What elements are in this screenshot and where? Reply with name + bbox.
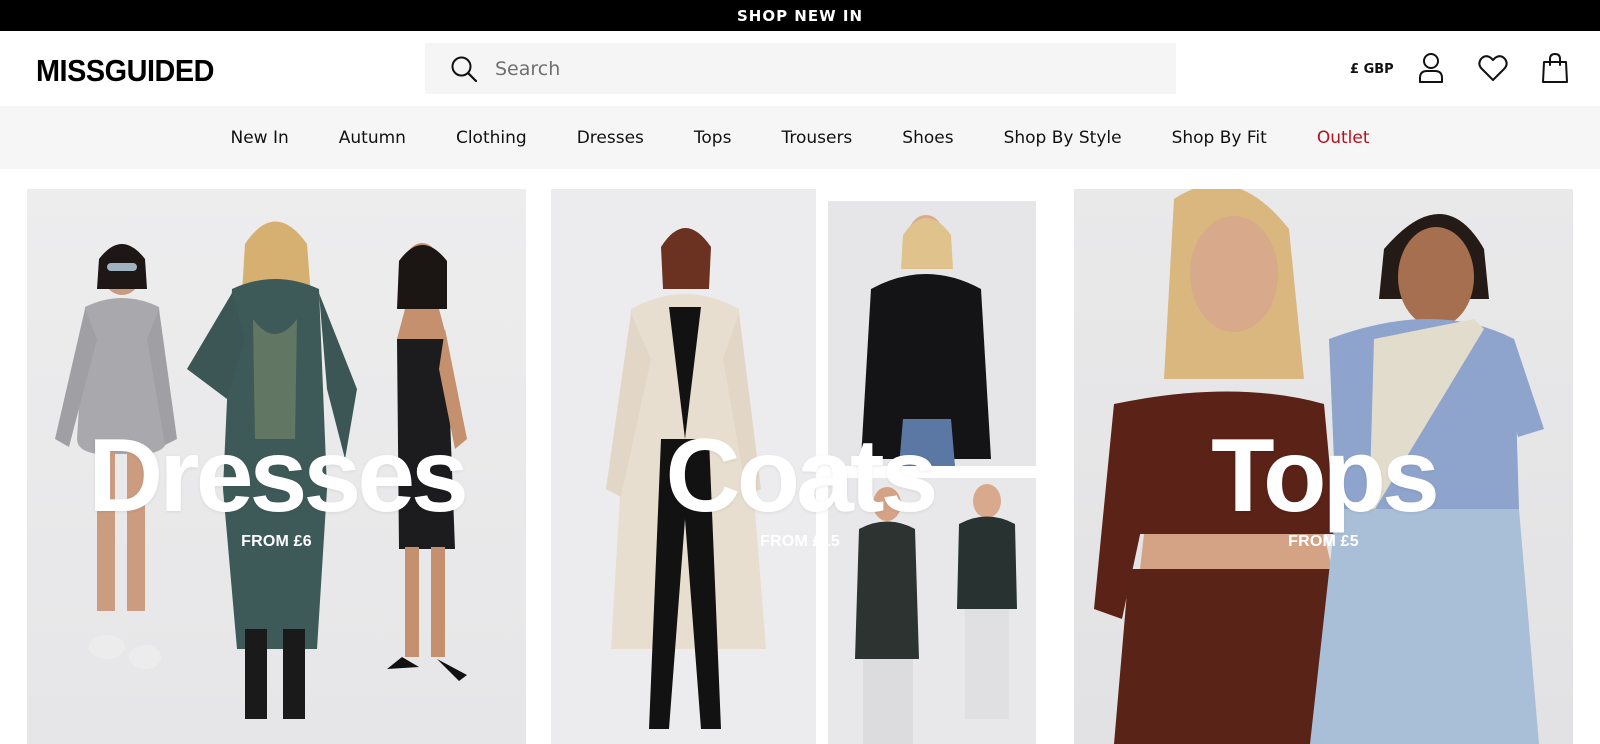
- tile-title-dresses: Dresses: [88, 418, 469, 534]
- nav-item-shoes[interactable]: Shoes: [902, 128, 953, 148]
- nav-item-trousers[interactable]: Trousers: [781, 128, 852, 148]
- tile-title-coats: Coats: [665, 418, 939, 534]
- tile-subtitle-dresses: FROM £6: [241, 533, 312, 550]
- main-nav: New In Autumn Clothing Dresses Tops Trou…: [0, 106, 1600, 169]
- currency-selector[interactable]: £ GBP: [1350, 62, 1394, 77]
- category-tile-coats[interactable]: Coats FROM £15: [551, 189, 1049, 744]
- search-icon[interactable]: [449, 54, 479, 84]
- search-input[interactable]: [495, 48, 1135, 89]
- nav-item-tops[interactable]: Tops: [694, 128, 732, 148]
- nav-item-shop-by-style[interactable]: Shop By Style: [1004, 128, 1122, 148]
- tile-subtitle-tops: FROM £5: [1288, 533, 1359, 550]
- promo-banner[interactable]: SHOP NEW IN: [0, 0, 1600, 31]
- shopping-bag-icon[interactable]: [1538, 51, 1572, 85]
- tile-title-tops: Tops: [1211, 418, 1440, 534]
- category-tile-dresses[interactable]: Dresses FROM £6: [27, 189, 526, 744]
- nav-item-clothing[interactable]: Clothing: [456, 128, 527, 148]
- nav-item-outlet[interactable]: Outlet: [1317, 128, 1370, 148]
- search-bar[interactable]: [425, 43, 1176, 94]
- heart-icon[interactable]: [1476, 51, 1510, 85]
- nav-item-autumn[interactable]: Autumn: [339, 128, 406, 148]
- account-icon[interactable]: [1414, 51, 1448, 85]
- site-header: MISSGUIDED £ GBP: [0, 31, 1600, 106]
- promo-label: SHOP NEW IN: [736, 6, 864, 25]
- nav-item-new-in[interactable]: New In: [231, 128, 289, 148]
- nav-item-dresses[interactable]: Dresses: [577, 128, 644, 148]
- nav-item-shop-by-fit[interactable]: Shop By Fit: [1172, 128, 1267, 148]
- logo[interactable]: MISSGUIDED: [36, 53, 214, 89]
- tile-subtitle-coats: FROM £15: [760, 533, 840, 550]
- category-tile-tops[interactable]: Tops FROM £5: [1074, 189, 1573, 744]
